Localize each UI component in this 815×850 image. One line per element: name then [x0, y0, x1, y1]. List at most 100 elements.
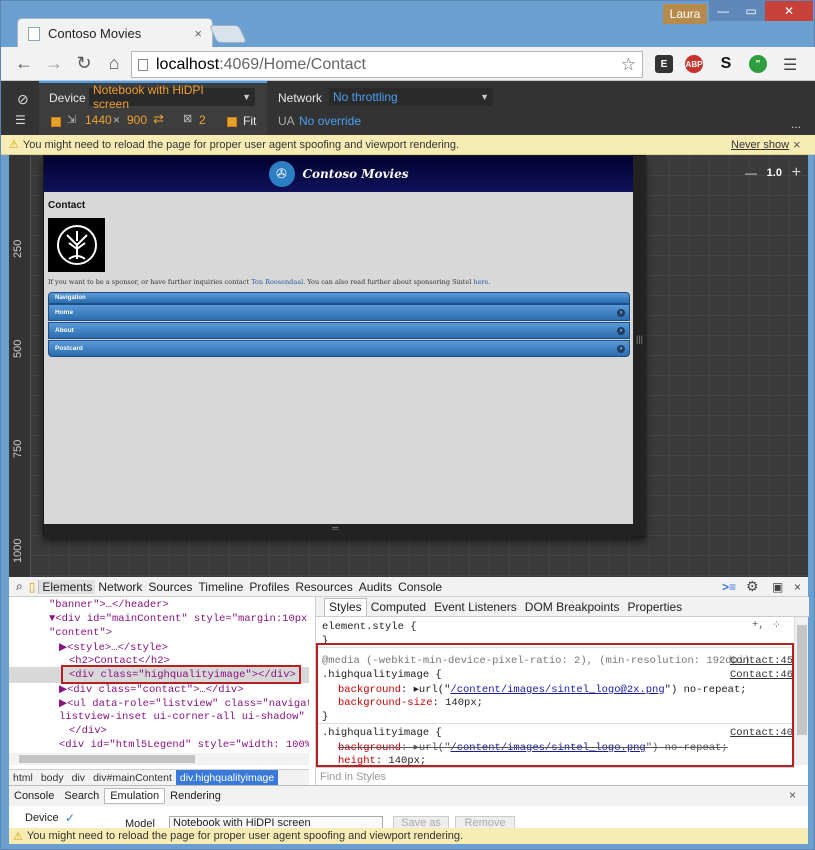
scrollbar-thumb[interactable]	[797, 625, 807, 735]
nav-item-about[interactable]: About ›	[48, 322, 630, 339]
resolution-checkbox[interactable]	[51, 117, 61, 127]
width-input[interactable]: 1440	[85, 113, 112, 127]
breadcrumb-item[interactable]: div	[68, 772, 89, 784]
horizontal-scrollbar[interactable]	[9, 753, 309, 765]
breadcrumb-item[interactable]: div#mainContent	[89, 772, 176, 784]
address-bar[interactable]: localhost:4069/Home/Contact ☆	[131, 51, 643, 78]
hangouts-icon[interactable]: "	[749, 55, 767, 73]
warning-close-icon[interactable]: ×	[793, 137, 801, 152]
settings-gear-icon[interactable]: ⚙	[743, 578, 762, 595]
swap-dimensions-icon[interactable]: ⇄	[153, 111, 164, 127]
bookmark-star-icon[interactable]: ☆	[621, 55, 636, 75]
breadcrumb-item-selected[interactable]: div.highqualityimage	[175, 769, 279, 786]
vertical-scrollbar[interactable]	[794, 617, 808, 765]
dom-line-selected[interactable]: <div class="highqualityimage"></div>	[69, 669, 296, 681]
back-arrow-icon[interactable]: ←	[9, 53, 39, 74]
css-declaration[interactable]: background-size: 140px;	[338, 697, 483, 709]
tab-sources[interactable]: Sources	[145, 580, 195, 594]
new-tab-button[interactable]	[208, 25, 248, 43]
zoom-out-button[interactable]: —	[745, 166, 757, 180]
fit-checkbox[interactable]	[227, 117, 237, 127]
breadcrumb-item[interactable]: html	[9, 772, 37, 784]
tab-resources[interactable]: Resources	[292, 580, 355, 594]
tab-properties[interactable]: Properties	[623, 600, 686, 614]
breadcrumb-item[interactable]: body	[37, 772, 68, 784]
maximize-button[interactable]: ▭	[737, 1, 765, 21]
dom-line[interactable]: ▶<style>…</style>	[59, 641, 168, 654]
reload-icon[interactable]: ↻	[69, 53, 99, 74]
no-emulation-icon[interactable]: ⊘	[17, 91, 29, 108]
tab-close-icon[interactable]: ×	[194, 26, 202, 41]
minimize-button[interactable]: —	[709, 1, 737, 21]
dock-icon[interactable]: ▣	[769, 580, 786, 594]
tab-profiles[interactable]: Profiles	[246, 580, 292, 594]
evernote-icon[interactable]: E	[655, 55, 673, 73]
tab-event-listeners[interactable]: Event Listeners	[430, 600, 521, 614]
dom-line[interactable]: ▼<div id="mainContent" style="margin:10p…	[49, 613, 309, 625]
dom-line[interactable]: "content">	[49, 627, 112, 639]
dom-line[interactable]: <div id="html5Legend" style="width: 100%…	[59, 739, 309, 751]
more-options[interactable]: ...	[791, 117, 801, 131]
tab-elements[interactable]: Elements	[38, 579, 96, 594]
drawer-tab-search[interactable]: Search	[59, 788, 104, 804]
dom-line[interactable]: <h2>Contact</h2>	[69, 655, 170, 667]
zoom-in-button[interactable]: +	[792, 164, 801, 182]
tab-timeline[interactable]: Timeline	[195, 580, 246, 594]
css-declaration[interactable]: background: ▸url("/content/images/sintel…	[338, 683, 747, 696]
height-resize-handle[interactable]: ═	[44, 523, 633, 537]
new-rule-icon[interactable]: +,	[752, 619, 765, 631]
sponsor-here-link[interactable]: here	[473, 278, 488, 286]
css-selector[interactable]: .highqualityimage {	[322, 727, 442, 739]
device-mode-icon[interactable]: ▯	[26, 580, 39, 594]
css-declaration[interactable]: height: 140px;	[338, 755, 426, 767]
forward-arrow-icon[interactable]: →	[39, 53, 69, 74]
dom-line[interactable]: ▶<div class="contact">…</div>	[59, 683, 244, 696]
drawer-tab-console[interactable]: Console	[9, 788, 59, 804]
dom-line[interactable]: </div>	[69, 725, 107, 737]
toggle-state-icon[interactable]: ⁘	[772, 619, 781, 632]
close-drawer-icon[interactable]: ×	[789, 788, 796, 802]
width-resize-handle[interactable]: |||	[633, 156, 646, 536]
tab-console[interactable]: Console	[395, 580, 445, 594]
tab-styles[interactable]: Styles	[324, 597, 367, 616]
drawer-tab-emulation[interactable]: Emulation	[104, 788, 166, 804]
source-link[interactable]: Contact:45	[730, 655, 793, 667]
nav-item-postcard[interactable]: Postcard ›	[48, 340, 630, 357]
device-select[interactable]: Notebook with HiDPI screen ▼	[89, 83, 255, 111]
close-button[interactable]: ✕	[765, 1, 813, 21]
element-style-rule[interactable]: element.style {	[322, 621, 417, 633]
dom-line[interactable]: listview-inset ui-corner-all ui-shadow" …	[59, 711, 309, 723]
browser-tab[interactable]: Contoso Movies ×	[17, 18, 213, 48]
css-url[interactable]: /content/images/sintel_logo.png	[450, 742, 645, 754]
network-select[interactable]: No throttling ▼	[329, 88, 493, 106]
never-show-link[interactable]: Never show	[731, 139, 789, 151]
extension-s-icon[interactable]: S	[717, 55, 735, 73]
height-input[interactable]: 900	[127, 113, 147, 127]
model-select[interactable]: Notebook with HiDPI screen	[169, 816, 383, 828]
tab-network[interactable]: Network	[95, 580, 145, 594]
tab-computed[interactable]: Computed	[367, 600, 430, 614]
home-icon[interactable]: ⌂	[99, 53, 129, 74]
source-link[interactable]: Contact:46	[730, 669, 793, 681]
profile-button[interactable]: Laura	[663, 4, 707, 24]
tab-audits[interactable]: Audits	[356, 580, 395, 594]
pixel-ratio-input[interactable]: 2	[199, 113, 206, 127]
show-drawer-icon[interactable]: >≡	[719, 580, 739, 594]
remove-button[interactable]: Remove	[455, 816, 515, 828]
media-settings-icon[interactable]: ☰	[15, 113, 26, 127]
scrollbar-thumb[interactable]	[19, 755, 195, 763]
ua-override[interactable]: No override	[299, 114, 361, 128]
find-in-styles-input[interactable]: Find in Styles	[316, 767, 794, 785]
menu-icon[interactable]: ☰	[783, 55, 797, 75]
nav-item-home[interactable]: Home ›	[48, 304, 630, 321]
dom-line[interactable]: "banner">…</header>	[49, 599, 169, 611]
close-devtools-icon[interactable]: ×	[791, 580, 804, 594]
tab-dom-breakpoints[interactable]: DOM Breakpoints	[521, 600, 624, 614]
css-url[interactable]: /content/images/sintel_logo@2x.png	[450, 684, 664, 696]
css-selector[interactable]: .highqualityimage {	[322, 669, 442, 681]
dom-line[interactable]: ▶<ul data-role="listview" class="navigat	[59, 697, 309, 710]
source-link[interactable]: Contact:40	[730, 727, 793, 739]
save-as-button[interactable]: Save as	[393, 816, 449, 828]
adblock-icon[interactable]: ABP	[685, 55, 703, 73]
drawer-tab-rendering[interactable]: Rendering	[165, 788, 226, 804]
